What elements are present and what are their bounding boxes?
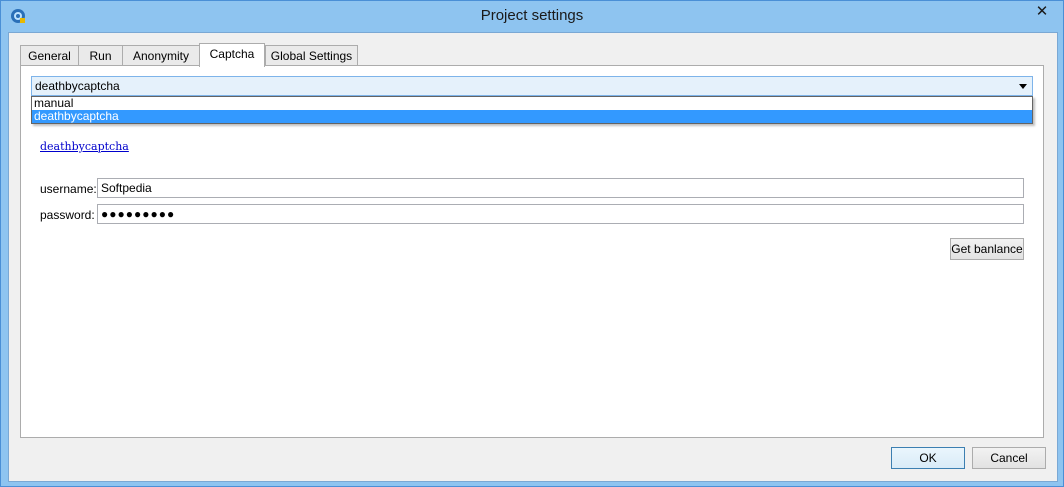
option-manual[interactable]: manual xyxy=(32,97,1032,110)
cancel-button[interactable]: Cancel xyxy=(972,447,1046,469)
captcha-panel: deathbycaptcha manual deathbycaptcha dea… xyxy=(20,65,1044,438)
captcha-service-dropdown: manual deathbycaptcha xyxy=(31,96,1033,124)
tab-anonymity[interactable]: Anonymity xyxy=(122,45,200,65)
window-title: Project settings xyxy=(480,7,584,24)
ok-button[interactable]: OK xyxy=(891,447,965,469)
close-button[interactable]: ✕ xyxy=(1027,1,1057,21)
project-settings-window: Project settings ✕ General Run Anonymity… xyxy=(0,0,1064,487)
close-icon: ✕ xyxy=(1035,3,1049,20)
tab-global-settings[interactable]: Global Settings xyxy=(265,45,358,65)
get-balance-button[interactable]: Get banlance xyxy=(950,238,1024,260)
dialog-body: General Run Anonymity Captcha Global Set… xyxy=(8,32,1058,482)
chevron-down-icon[interactable] xyxy=(1019,84,1027,89)
password-label: password: xyxy=(40,208,95,222)
captcha-service-select[interactable]: deathbycaptcha xyxy=(31,76,1033,96)
username-field[interactable]: Softpedia xyxy=(97,178,1024,198)
tab-general[interactable]: General xyxy=(20,45,79,65)
password-field[interactable]: ●●●●●●●●● xyxy=(97,204,1024,224)
service-link[interactable]: deathbycaptcha xyxy=(40,140,129,153)
tab-captcha[interactable]: Captcha xyxy=(199,43,265,67)
title-bar[interactable]: Project settings ✕ xyxy=(1,1,1063,32)
username-label: username: xyxy=(40,182,97,196)
option-deathbycaptcha[interactable]: deathbycaptcha xyxy=(32,110,1032,123)
tab-run[interactable]: Run xyxy=(78,45,123,65)
captcha-service-value: deathbycaptcha xyxy=(35,79,120,93)
